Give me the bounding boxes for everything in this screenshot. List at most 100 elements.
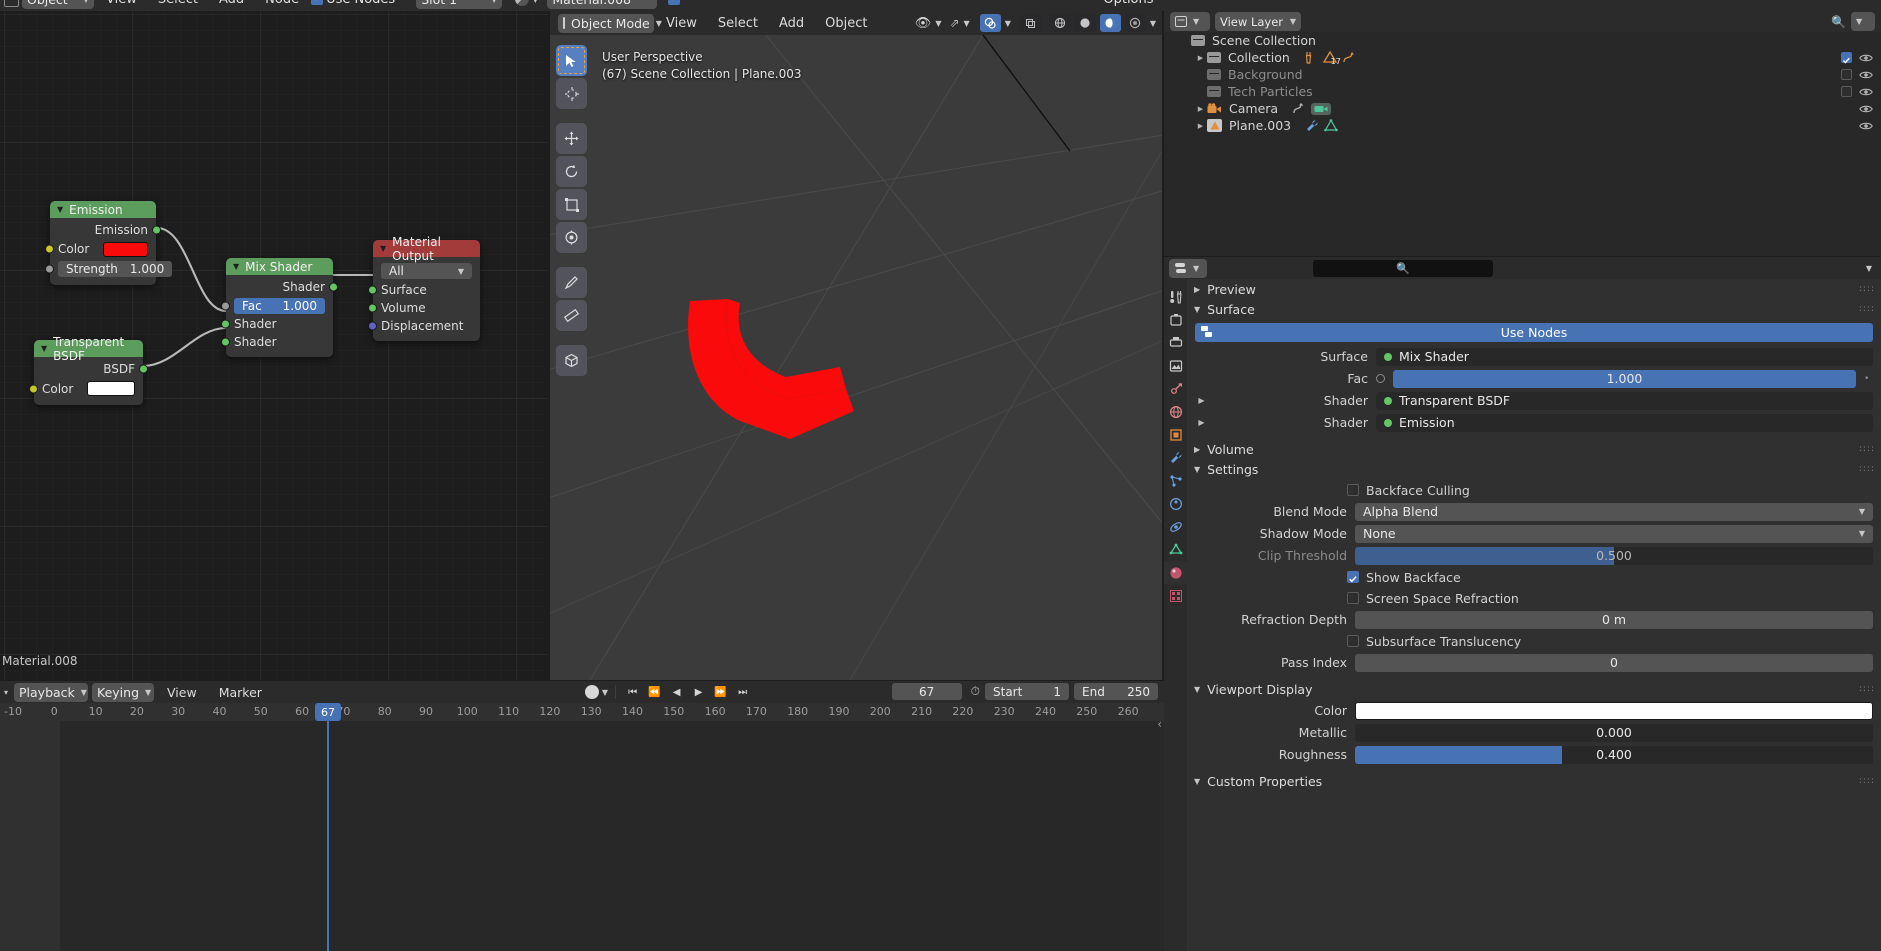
tool-add-cube[interactable]: [556, 345, 587, 376]
expand-triangle-icon[interactable]: ▶: [1194, 54, 1207, 62]
node-input-shader-2[interactable]: Shader: [221, 333, 333, 351]
viewport-menu-select[interactable]: Select: [709, 14, 767, 33]
outliner-row-checkbox[interactable]: [1841, 86, 1852, 97]
panel-volume[interactable]: ▶ Volume ::::: [1187, 439, 1881, 459]
viewport-overlays-toggle[interactable]: [979, 14, 1001, 32]
node-input-color[interactable]: Color: [45, 239, 156, 259]
editor-object-dropdown[interactable]: Object ▼: [22, 0, 94, 9]
tool-scale[interactable]: [556, 189, 587, 220]
tab-material[interactable]: [1164, 561, 1187, 584]
node-input-surface[interactable]: Surface: [368, 281, 480, 299]
socket-float-icon[interactable]: [45, 264, 54, 274]
shading-wireframe-button[interactable]: [1049, 14, 1071, 32]
outliner-item-collection[interactable]: ▶ Collection 17: [1164, 49, 1881, 66]
socket-color-icon[interactable]: [45, 244, 54, 254]
start-frame-field[interactable]: Start 1: [985, 683, 1069, 700]
options-label[interactable]: Options: [1103, 0, 1153, 7]
color-swatch[interactable]: [103, 241, 148, 257]
outliner-row-checkbox[interactable]: [1841, 69, 1852, 80]
property-slider[interactable]: 0.500: [1355, 546, 1873, 565]
outliner-row-checkbox[interactable]: [1841, 52, 1852, 64]
socket-shader-icon[interactable]: [329, 282, 338, 292]
collapse-triangle-icon[interactable]: ▼: [233, 262, 239, 271]
search-icon[interactable]: 🔍: [1831, 15, 1846, 29]
xray-toggle[interactable]: [1019, 14, 1041, 32]
tab-output[interactable]: [1164, 331, 1187, 354]
socket-shader-icon[interactable]: [221, 337, 230, 347]
node-output-shader[interactable]: Shader: [226, 278, 338, 296]
previous-keyframe-button[interactable]: ⏪: [645, 683, 664, 702]
outliner-item-plane-003[interactable]: ▶ Plane.003: [1164, 117, 1881, 134]
collapse-triangle-icon[interactable]: ▼: [41, 344, 47, 353]
tool-transform[interactable]: [556, 222, 587, 253]
socket-vector-icon[interactable]: [368, 321, 377, 331]
chevron-down-icon[interactable]: ▼: [602, 688, 608, 697]
node-mix-shader[interactable]: ▼ Mix Shader Shader Fac 1.000 Shader Sha…: [221, 258, 338, 357]
checkbox[interactable]: [1347, 571, 1359, 583]
slot-dropdown[interactable]: Slot 1 ▼: [416, 0, 503, 9]
viewport-3d[interactable]: ‹ Object Mode ▼ View Select Add Object 👁…: [550, 11, 1162, 680]
node-menu-view[interactable]: View: [97, 0, 146, 9]
property-value-field[interactable]: 0 m: [1355, 610, 1873, 629]
node-header[interactable]: ▼ Emission: [50, 201, 156, 218]
property-slider[interactable]: 1.000: [1393, 369, 1856, 388]
timeline-playhead[interactable]: [327, 721, 329, 951]
timeline-channels-area[interactable]: [0, 721, 1164, 951]
socket-shader-icon[interactable]: [368, 285, 377, 295]
collapse-triangle-icon[interactable]: ▼: [380, 244, 386, 253]
node-menu-select[interactable]: Select: [149, 0, 207, 9]
tab-render[interactable]: [1164, 308, 1187, 331]
tab-constraints[interactable]: [1164, 515, 1187, 538]
shading-rendered-button[interactable]: [1124, 14, 1146, 32]
keying-dropdown[interactable]: Keying ▼: [92, 682, 155, 702]
use-nodes-checkbox[interactable]: ✓: [311, 0, 324, 5]
tab-texture[interactable]: [1164, 584, 1187, 607]
record-icon[interactable]: [584, 685, 599, 699]
target-dropdown-row[interactable]: All ▼: [373, 261, 480, 281]
play-button[interactable]: ▶: [689, 683, 708, 702]
chevron-down-icon[interactable]: ▼: [964, 19, 970, 28]
tool-measure[interactable]: [556, 300, 587, 331]
shader-field[interactable]: Transparent BSDF: [1376, 391, 1873, 410]
properties-panel[interactable]: ▼ 🔍 ▼ ▶ Preview:::: ▼ Surface:::: Use …: [1164, 257, 1881, 951]
timeline-menu-marker[interactable]: Marker: [210, 683, 271, 702]
panel-viewport-display[interactable]: ▼ Viewport Display ::::: [1187, 679, 1881, 699]
node-menu-node[interactable]: Node: [256, 0, 308, 9]
shader-field[interactable]: Emission: [1376, 413, 1873, 432]
viewport-menu-view[interactable]: View: [657, 14, 706, 33]
property-dropdown[interactable]: None ▼: [1355, 524, 1873, 543]
tool-move[interactable]: [556, 123, 587, 154]
property-checkbox-backface-culling[interactable]: Backface Culling: [1347, 480, 1873, 500]
animate-property-dot[interactable]: [1376, 374, 1385, 383]
editor-type-icon[interactable]: [4, 0, 19, 7]
property-slider[interactable]: 0.400: [1355, 745, 1873, 764]
node-input-volume[interactable]: Volume: [368, 299, 480, 317]
outliner-panel[interactable]: ▼ View Layer ▼ 🔍 ▼ Scene Collection ▶ Co…: [1164, 11, 1881, 256]
node-input-shader-1[interactable]: Shader: [221, 315, 333, 333]
node-transparent-bsdf[interactable]: ▼ Transparent BSDF BSDF Color: [29, 335, 148, 405]
property-slider[interactable]: 0.000: [1355, 723, 1873, 742]
property-checkbox-show-backface[interactable]: Show Backface: [1347, 567, 1873, 587]
panel-custom-properties[interactable]: ▼ Custom Properties ::::: [1187, 771, 1881, 791]
chevron-down-icon[interactable]: ▼: [935, 19, 941, 28]
strength-field[interactable]: Strength 1.000: [58, 261, 173, 277]
expand-triangle-icon[interactable]: ▶: [1194, 105, 1207, 113]
chevron-down-icon[interactable]: ▼: [532, 0, 538, 4]
panel-surface[interactable]: ▼ Surface ::::: [1187, 299, 1881, 319]
chevron-down-icon[interactable]: ▼: [1866, 264, 1872, 273]
tab-modifiers[interactable]: [1164, 446, 1187, 469]
timeline-editor[interactable]: ▾ Playback ▼ Keying ▼ View Marker ▼ ⏮ ⏪ …: [0, 681, 1164, 951]
jump-to-start-button[interactable]: ⏮: [623, 683, 642, 702]
node-header[interactable]: ▼ Material Output: [373, 235, 480, 263]
socket-shader-icon[interactable]: [221, 319, 230, 329]
outliner-item-background[interactable]: Background: [1164, 66, 1881, 83]
tab-object[interactable]: [1164, 423, 1187, 446]
visibility-eye-icon[interactable]: 👁: [915, 16, 932, 31]
shading-material-preview-button[interactable]: [1099, 14, 1121, 32]
checkbox[interactable]: [1347, 484, 1359, 496]
tab-world[interactable]: [1164, 400, 1187, 423]
panel-preview[interactable]: ▶ Preview ::::: [1187, 279, 1881, 299]
property-checkbox-subsurface-translucency[interactable]: Subsurface Translucency: [1347, 631, 1873, 651]
tab-scene[interactable]: [1164, 377, 1187, 400]
target-dropdown[interactable]: All ▼: [381, 263, 472, 279]
